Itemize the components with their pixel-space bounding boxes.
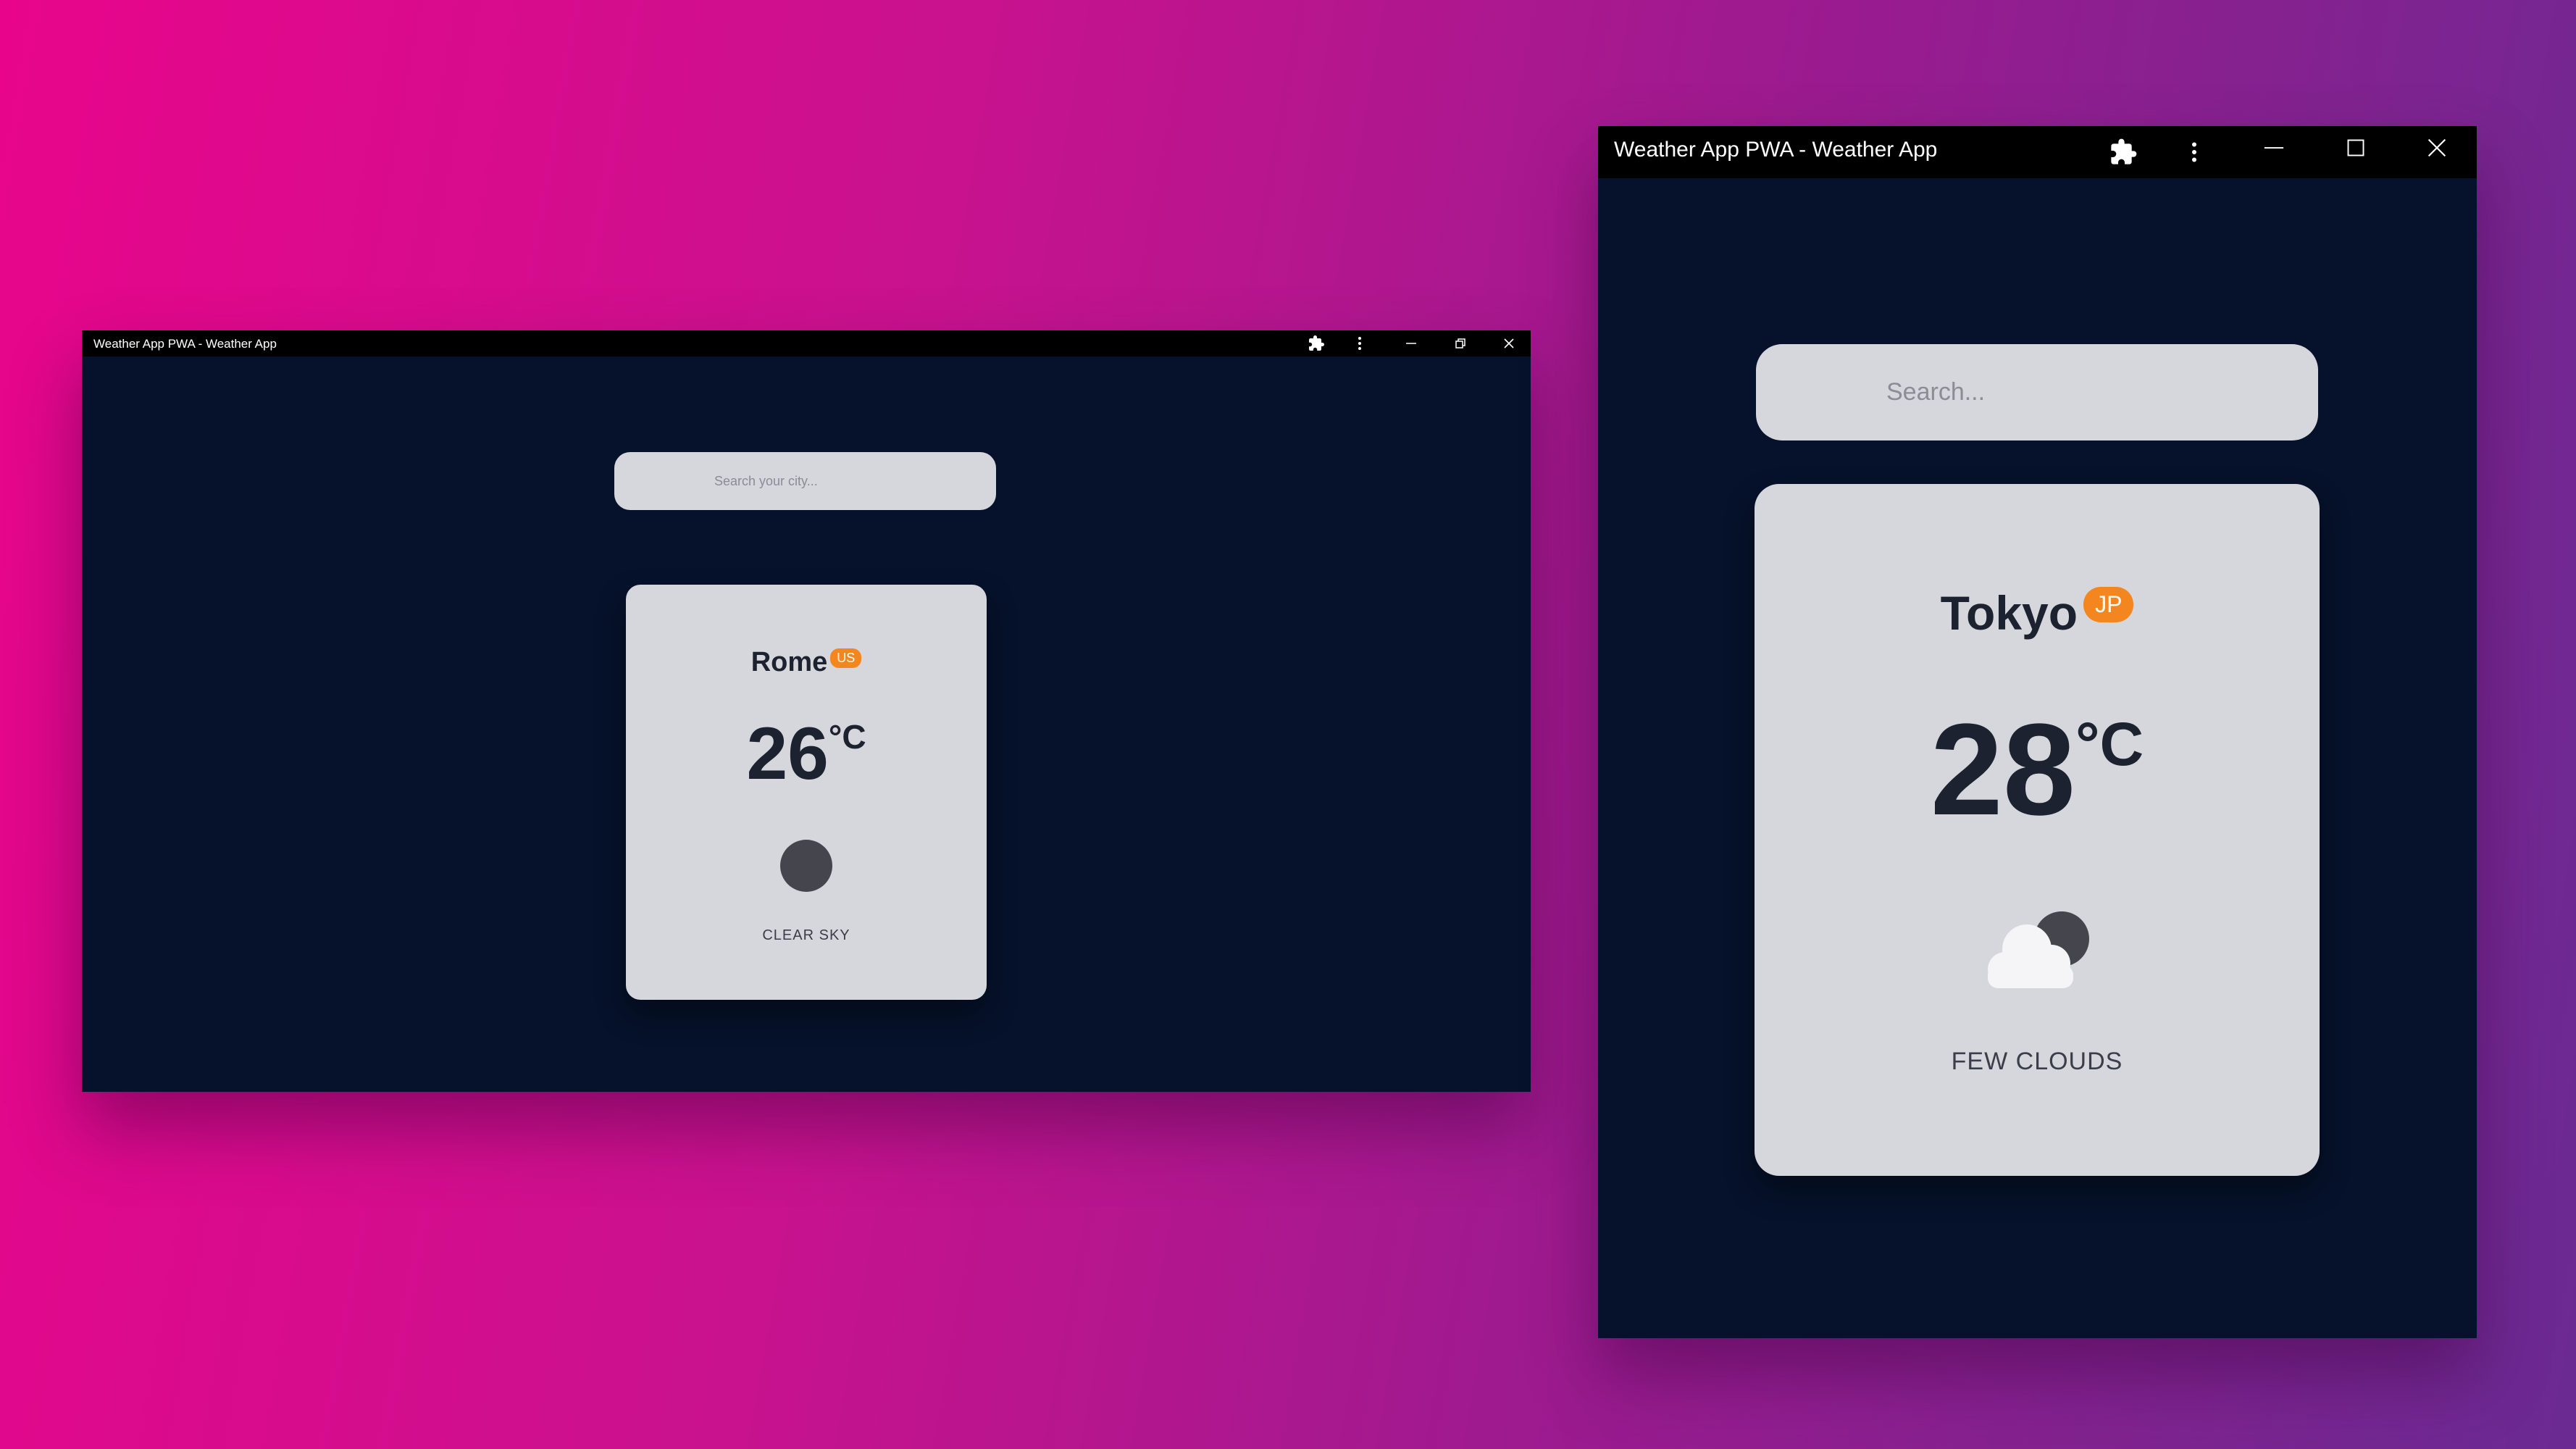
city-name: Tokyo — [1940, 586, 2078, 640]
weather-description: FEW CLOUDS — [1951, 1048, 2123, 1075]
country-badge: US — [830, 648, 862, 668]
more-vert-icon[interactable] — [1342, 330, 1377, 356]
clear-sky-icon — [780, 840, 832, 892]
city-row: Rome US — [626, 647, 987, 678]
left-title-bar: Weather App PWA - Weather App — [82, 330, 1531, 356]
temperature: 26°C — [626, 714, 987, 793]
minimize-icon[interactable] — [1389, 330, 1433, 356]
temperature-value: 26 — [746, 712, 829, 795]
restore-icon[interactable] — [1439, 330, 1482, 356]
close-icon[interactable] — [2402, 126, 2471, 170]
temperature-value: 28 — [1930, 697, 2075, 843]
weather-card: Rome US 26°C CLEAR SKY — [626, 585, 987, 1000]
city-name: Rome — [750, 647, 828, 677]
close-icon[interactable] — [1487, 330, 1531, 356]
window-title: Weather App PWA - Weather App — [93, 337, 277, 351]
city-search-input[interactable] — [614, 452, 996, 510]
window-title: Weather App PWA - Weather App — [1614, 138, 1938, 162]
maximize-icon[interactable] — [2321, 126, 2390, 170]
weather-description: CLEAR SKY — [762, 927, 850, 943]
temperature-unit: °C — [828, 718, 866, 756]
few-clouds-icon — [1975, 904, 2105, 998]
right-title-bar: Weather App PWA - Weather App — [1598, 126, 2477, 178]
minimize-icon[interactable] — [2239, 126, 2308, 170]
temperature-unit: °C — [2075, 710, 2144, 778]
more-vert-icon[interactable] — [2169, 126, 2220, 178]
right-app-window: Weather App PWA - Weather App TokyoJP 28… — [1598, 126, 2477, 1338]
weather-card: Tokyo JP 28°C FEW CLOUDS — [1755, 484, 2320, 1176]
extensions-icon[interactable] — [2098, 126, 2149, 178]
left-app-window: Weather App PWA - Weather App RomeUS 26°… — [82, 330, 1531, 1092]
temperature: 28°C — [1755, 701, 2320, 839]
extensions-icon[interactable] — [1299, 330, 1334, 356]
city-row: Tokyo JP — [1755, 585, 2320, 640]
city-search-input[interactable] — [1756, 344, 2318, 440]
country-badge: JP — [2083, 587, 2134, 622]
